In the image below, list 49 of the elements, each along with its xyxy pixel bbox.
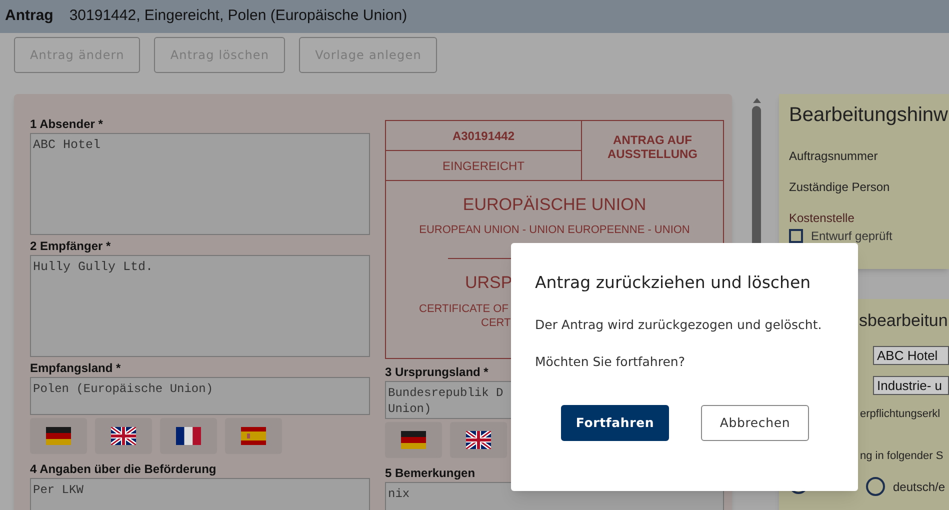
british-flag-icon [466, 431, 491, 449]
checkbox-label: Entwurf geprüft [811, 228, 892, 245]
certificate-number: A30191442 [386, 121, 581, 151]
field-label: 1 Absender * [30, 117, 104, 132]
continue-button[interactable]: Fortfahren [561, 405, 669, 441]
german-flag-icon [401, 431, 426, 449]
language-button[interactable] [450, 422, 507, 458]
field-label: 4 Angaben über die Beförderung [30, 462, 218, 477]
text-area-field[interactable]: ABC Hotel [30, 133, 370, 235]
select-field[interactable]: ABC Hotel [873, 346, 949, 365]
text-area-field[interactable]: Hully Gully Ltd. [30, 255, 370, 357]
panel-title: Bearbeitungshinw [789, 103, 949, 127]
field-label: Kostenstelle [789, 210, 856, 226]
page-subtitle: 30191442, Eingereicht, Polen (Europäische Union) [69, 6, 408, 26]
page-title: Antrag [5, 6, 54, 26]
field-label: erpflichtungserkl [860, 407, 942, 421]
dialog-title: Antrag zurückziehen und löschen [535, 272, 812, 294]
certificate-status: EINGEREICHT [441, 158, 526, 174]
panel-title: sbearbeitun [859, 310, 949, 332]
input-field[interactable]: Polen (Europäische Union) [30, 377, 370, 415]
language-button[interactable] [95, 418, 152, 454]
union-languages: EUROPEAN UNION - UNION EUROPEENNE - UNION [419, 223, 690, 237]
language-button[interactable] [385, 422, 442, 458]
field-label: Auftragsnummer [789, 148, 879, 164]
british-flag-icon [111, 427, 136, 445]
dialog-message: Möchten Sie fortfahren? [535, 353, 686, 371]
dialog-message: Der Antrag wird zurückgezogen und gelöscht. [535, 316, 823, 334]
certificate-subtitle: CERT [481, 316, 511, 330]
language-button[interactable] [160, 418, 217, 454]
cancel-button[interactable]: Abbrechen [701, 405, 809, 441]
radio-label: deutsch/e [893, 478, 946, 496]
language-button[interactable] [30, 418, 87, 454]
field-label: ng in folgender S [860, 449, 944, 463]
union-title: EUROPÄISCHE UNION [462, 194, 646, 216]
certificate-type: ANTRAG AUF AUSSTELLUNG [606, 133, 698, 161]
input-field[interactable]: Per LKW [30, 478, 370, 510]
field-label: 2 Empfänger * [30, 239, 112, 254]
field-label: Zuständige Person [789, 179, 891, 195]
radio-button[interactable] [866, 477, 885, 496]
french-flag-icon [176, 427, 201, 445]
select-field[interactable]: Industrie- u [873, 376, 949, 395]
field-label: Empfangsland * [30, 361, 122, 376]
field-label: 3 Ursprungsland * [385, 365, 490, 380]
certificate-title: URSP [465, 272, 512, 294]
certificate-subtitle: CERTIFICATE OF [419, 302, 508, 316]
scroll-up-icon[interactable] [752, 98, 761, 103]
german-flag-icon [46, 427, 71, 445]
field-label: 5 Bemerkungen [385, 466, 476, 481]
spanish-flag-icon [241, 427, 266, 445]
